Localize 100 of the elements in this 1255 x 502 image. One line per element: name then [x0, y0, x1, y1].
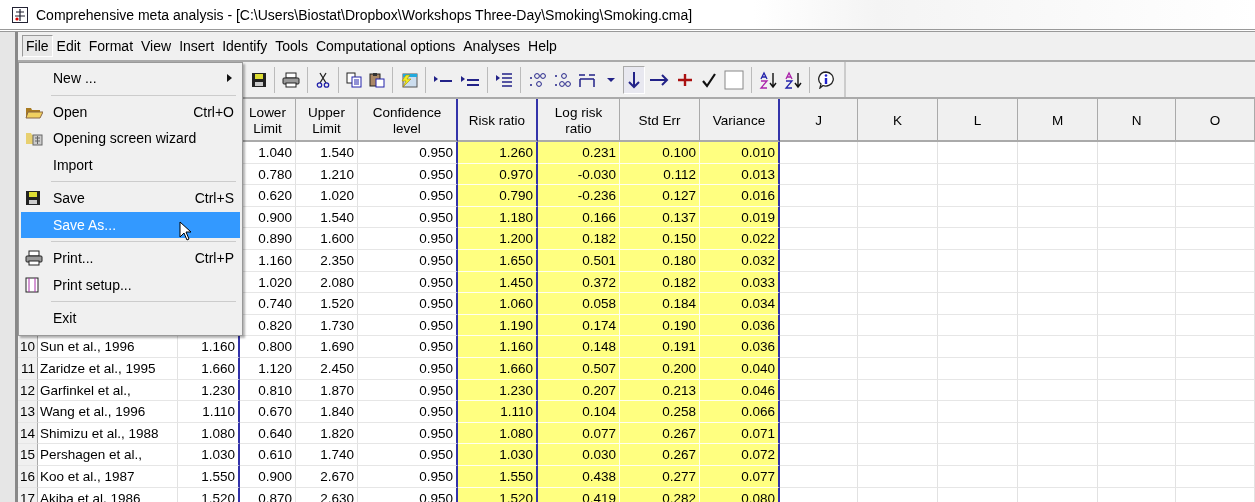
- menu-item[interactable]: Open Ctrl+O: [21, 98, 240, 125]
- table-cell: 0.016: [700, 185, 780, 207]
- table-cell: 1.030: [458, 444, 538, 466]
- table-cell: 1.080: [178, 422, 240, 445]
- table-cell: 0.182: [620, 271, 700, 294]
- row-number[interactable]: 10: [18, 336, 38, 358]
- table-cell: 0.372: [538, 271, 620, 294]
- row-number[interactable]: 15: [18, 444, 38, 466]
- row-number[interactable]: 13: [18, 401, 38, 423]
- column-header[interactable]: N: [1098, 99, 1176, 142]
- app-icon: [12, 6, 28, 23]
- row-number[interactable]: 16: [18, 465, 38, 488]
- table-cell: 0.610: [240, 444, 296, 466]
- table-cell: 0.019: [700, 206, 780, 229]
- column-header[interactable]: Lower Limit: [240, 99, 296, 142]
- column-header[interactable]: O: [1176, 99, 1255, 142]
- right-arrow-icon: [649, 71, 669, 88]
- table-cell: Koo et al., 1987: [38, 465, 178, 488]
- scissors-icon: [315, 71, 331, 88]
- menu-item[interactable]: Print setup...: [21, 271, 240, 298]
- table-cell: 0.640: [240, 422, 296, 445]
- table-cell: 0.191: [620, 336, 700, 358]
- table-cell: 1.450: [458, 271, 538, 294]
- decimals-icon: [553, 71, 571, 88]
- table-cell: 1.260: [458, 142, 538, 164]
- mouse-cursor-icon: [179, 220, 192, 241]
- column-header[interactable]: Risk ratio: [458, 99, 538, 142]
- menu-item[interactable]: Save Ctrl+S: [21, 185, 240, 212]
- table-cell: 2.080: [296, 271, 358, 294]
- column-header[interactable]: Std Err: [620, 99, 700, 142]
- menu-item[interactable]: Computational options: [311, 35, 460, 57]
- table-cell: 0.032: [700, 249, 780, 272]
- table-cell: 1.540: [296, 142, 358, 164]
- table-cell: Shimizu et al., 1988: [38, 422, 178, 445]
- move-down-button[interactable]: [623, 65, 645, 94]
- menu-item[interactable]: Analyses: [459, 35, 525, 57]
- table-cell: 0.184: [620, 293, 700, 315]
- row-number[interactable]: 12: [18, 379, 38, 402]
- sort-icon: [784, 70, 802, 89]
- table-cell: 1.660: [458, 357, 538, 380]
- checkmark-icon: [701, 71, 717, 88]
- table-cell: 0.200: [620, 357, 700, 380]
- column-header[interactable]: K: [858, 99, 938, 142]
- table-cell: 0.166: [538, 206, 620, 229]
- table-cell: 1.520: [178, 487, 240, 502]
- table-cell: 0.022: [700, 228, 780, 250]
- table-cell: 0.034: [700, 293, 780, 315]
- table-cell: 0.670: [240, 401, 296, 423]
- menu-item[interactable]: New ...: [21, 65, 240, 92]
- table-cell: 1.110: [458, 401, 538, 423]
- table-cell: 1.520: [296, 293, 358, 315]
- column-header[interactable]: Confidence level: [358, 99, 458, 142]
- table-cell: 2.450: [296, 357, 358, 380]
- table-cell: 0.900: [240, 465, 296, 488]
- square-icon: [724, 69, 744, 90]
- menu-item[interactable]: Print... Ctrl+P: [21, 245, 240, 272]
- menu-item[interactable]: Opening screen wizard: [21, 125, 240, 152]
- table-cell: 0.046: [700, 379, 780, 402]
- table-cell: 0.077: [700, 465, 780, 488]
- plus-icon: [676, 71, 694, 88]
- table-cell: 0.182: [538, 228, 620, 250]
- clipboard-icon: [369, 71, 385, 88]
- table-cell: 0.030: [538, 444, 620, 466]
- menu-item[interactable]: Insert: [175, 35, 219, 57]
- table-cell: 2.350: [296, 249, 358, 272]
- table-cell: 0.058: [538, 293, 620, 315]
- wizard-icon: [25, 130, 43, 147]
- table-cell: 0.870: [240, 487, 296, 502]
- table-cell: 0.112: [620, 163, 700, 186]
- menu-item[interactable]: Import: [21, 151, 240, 178]
- table-cell: 1.210: [296, 163, 358, 186]
- table-cell: 1.230: [458, 379, 538, 402]
- menu-item[interactable]: Edit: [52, 35, 85, 57]
- column-header[interactable]: L: [938, 99, 1018, 142]
- table-cell: 0.040: [700, 357, 780, 380]
- table-cell: 0.213: [620, 379, 700, 402]
- page-icon: [25, 276, 39, 293]
- table-cell: 2.670: [296, 465, 358, 488]
- menu-item[interactable]: Format: [84, 35, 138, 57]
- table-cell: 1.650: [458, 249, 538, 272]
- column-header[interactable]: M: [1018, 99, 1098, 142]
- menu-item[interactable]: File: [22, 35, 53, 57]
- table-cell: Zaridze et al., 1995: [38, 357, 178, 380]
- row-number[interactable]: 14: [18, 422, 38, 445]
- table-cell: 1.180: [458, 206, 538, 229]
- table-cell: Wang et al., 1996: [38, 401, 178, 423]
- column-header[interactable]: Log risk ratio: [538, 99, 620, 142]
- row-number[interactable]: 11: [18, 357, 38, 380]
- column-header[interactable]: J: [780, 99, 858, 142]
- menu-item[interactable]: Identify: [218, 35, 272, 57]
- menu-item[interactable]: Help: [524, 35, 561, 57]
- menu-item[interactable]: View: [137, 35, 176, 57]
- menu-item[interactable]: Exit: [21, 305, 240, 332]
- column-header[interactable]: Upper Limit: [296, 99, 358, 142]
- column-header[interactable]: Variance: [700, 99, 780, 142]
- menu-item[interactable]: Tools: [271, 35, 312, 57]
- table-cell: -0.030: [538, 163, 620, 186]
- table-cell: 1.840: [296, 401, 358, 423]
- lightning-form-icon: [400, 71, 418, 88]
- table-cell: 0.810: [240, 379, 296, 402]
